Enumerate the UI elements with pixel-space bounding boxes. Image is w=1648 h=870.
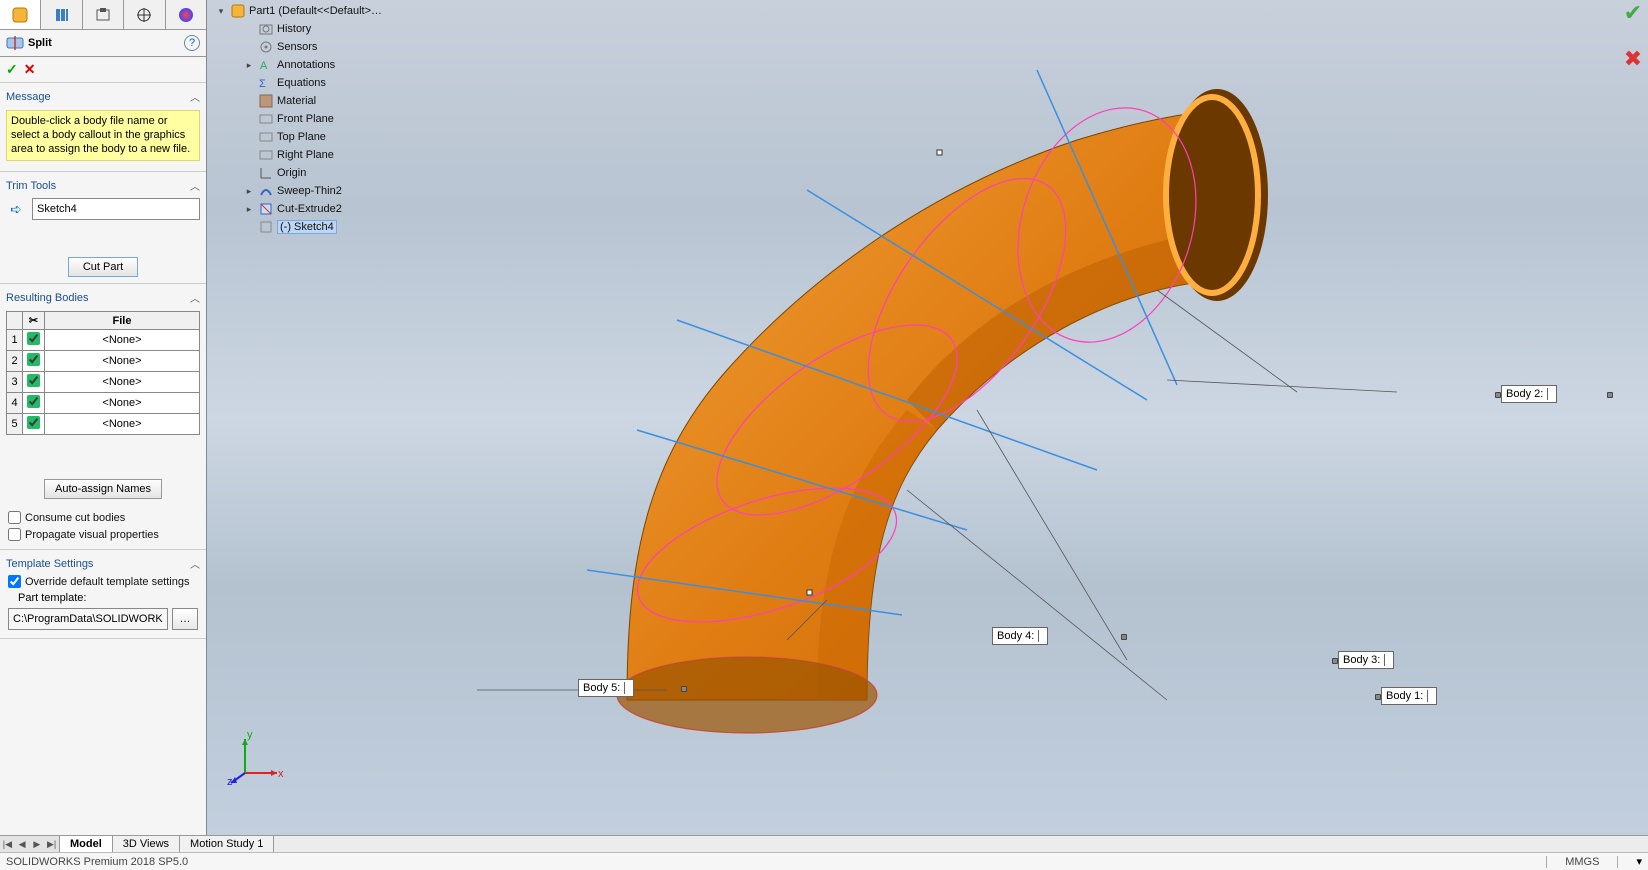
feature-title: Split [28, 37, 52, 49]
pm-tab-feature[interactable] [0, 0, 41, 29]
consume-label: Consume cut bodies [25, 512, 125, 524]
split-icon [6, 34, 24, 52]
col-file: File [45, 312, 200, 330]
message-text: Double-click a body file name or select … [6, 110, 200, 161]
tab-last[interactable]: ▶| [44, 839, 59, 850]
section-template: Template Settings︿ Override default temp… [0, 550, 206, 639]
bottom-tab[interactable]: Model [60, 836, 113, 852]
callout-key: Body 5: [579, 682, 625, 694]
body-row: 2<None> [7, 351, 200, 372]
pm-tab-dim[interactable] [124, 0, 165, 29]
body-file[interactable]: <None> [45, 393, 200, 414]
body-row: 1<None> [7, 330, 200, 351]
body-callout[interactable]: Body 2: [1501, 385, 1557, 403]
body-file[interactable]: <None> [45, 330, 200, 351]
view-triad[interactable]: x y z [225, 727, 285, 787]
body-check[interactable] [27, 416, 40, 429]
collapse-icon[interactable]: ︿ [190, 556, 200, 571]
body-check[interactable] [27, 374, 40, 387]
template-path-input[interactable] [8, 608, 168, 630]
body-row: 4<None> [7, 393, 200, 414]
body-callout[interactable]: Body 1: [1381, 687, 1437, 705]
body-check[interactable] [27, 353, 40, 366]
cancel-button[interactable]: ✕ [24, 61, 36, 78]
body-row: 3<None> [7, 372, 200, 393]
selection-icon: ➪ [6, 201, 26, 218]
callout-key: Body 1: [1382, 690, 1428, 702]
help-icon[interactable]: ? [184, 35, 200, 51]
status-bar: SOLIDWORKS Premium 2018 SP5.0 MMGS ▾ [0, 852, 1648, 870]
callout-anchor [1375, 694, 1381, 700]
pm-tab-appearance[interactable] [166, 0, 206, 29]
pm-tab-config[interactable] [41, 0, 82, 29]
section-trim-tools: Trim Tools︿ ➪ Cut Part [0, 172, 206, 284]
override-label: Override default template settings [25, 576, 189, 588]
status-menu-icon[interactable]: ▾ [1636, 855, 1642, 868]
part-template-label: Part template: [0, 590, 206, 606]
pm-tab-display[interactable] [83, 0, 124, 29]
col-index [7, 312, 23, 330]
tab-next[interactable]: ▶ [30, 839, 45, 850]
collapse-icon[interactable]: ︿ [190, 290, 200, 305]
body-callout[interactable]: Body 5: [578, 679, 634, 697]
bodies-table: ✂ File 1<None> 2<None> 3<None> 4<None> 5<… [6, 311, 200, 435]
svg-text:x: x [278, 768, 284, 780]
cut-part-button[interactable]: Cut Part [68, 257, 138, 277]
callout-key: Body 3: [1339, 654, 1385, 666]
propagate-label: Propagate visual properties [25, 529, 159, 541]
callout-anchor [1332, 658, 1338, 664]
collapse-icon[interactable]: ︿ [190, 89, 200, 104]
resulting-title: Resulting Bodies [6, 292, 190, 304]
auto-assign-button[interactable]: Auto-assign Names [44, 479, 162, 499]
body-row: 5<None> [7, 414, 200, 435]
bottom-tab[interactable]: Motion Study 1 [180, 836, 274, 852]
collapse-icon[interactable]: ︿ [190, 178, 200, 193]
body-callout[interactable]: Body 3: [1338, 651, 1394, 669]
message-title: Message [6, 91, 190, 103]
pm-tab-strip [0, 0, 206, 30]
body-file[interactable]: <None> [45, 351, 200, 372]
graphics-viewport[interactable]: ✔ ✖ ▾Part1 (Default<<Default>… HistorySe… [207, 0, 1648, 835]
feature-header: Split ? [0, 30, 206, 57]
svg-text:z: z [227, 776, 233, 787]
svg-text:y: y [247, 729, 253, 741]
body-file[interactable]: <None> [45, 414, 200, 435]
tab-nav-controls: |◀ ◀ ▶ ▶| [0, 836, 60, 852]
section-message: Message︿ Double-click a body file name o… [0, 83, 206, 172]
override-checkbox[interactable] [8, 575, 21, 588]
callout-anchor [681, 686, 687, 692]
scissors-icon: ✂ [29, 315, 38, 327]
col-check: ✂ [23, 312, 45, 330]
body-check[interactable] [27, 395, 40, 408]
consume-checkbox[interactable] [8, 511, 21, 524]
callout-key: Body 2: [1502, 388, 1548, 400]
ok-button[interactable]: ✓ [6, 61, 18, 78]
callout-key: Body 4: [993, 630, 1039, 642]
status-units[interactable]: MMGS [1565, 856, 1599, 868]
model-geometry [207, 0, 1648, 830]
property-manager: Split ? ✓ ✕ Message︿ Double-click a body… [0, 0, 207, 835]
callout-anchor [1495, 392, 1501, 398]
template-title: Template Settings [6, 558, 190, 570]
tab-prev[interactable]: ◀ [15, 839, 30, 850]
body-file[interactable]: <None> [45, 372, 200, 393]
bottom-tab[interactable]: 3D Views [113, 836, 180, 852]
trim-tool-input[interactable] [32, 198, 200, 220]
propagate-checkbox[interactable] [8, 528, 21, 541]
callout-anchor [1121, 634, 1127, 640]
body-callout[interactable]: Body 4: [992, 627, 1048, 645]
status-product: SOLIDWORKS Premium 2018 SP5.0 [6, 856, 188, 868]
ok-cancel-row: ✓ ✕ [0, 57, 206, 83]
tab-first[interactable]: |◀ [0, 839, 15, 850]
bottom-tab-bar: |◀ ◀ ▶ ▶| Model3D ViewsMotion Study 1 [0, 835, 1648, 852]
trim-title: Trim Tools [6, 180, 190, 192]
callout-anchor [1607, 392, 1613, 398]
section-resulting-bodies: Resulting Bodies︿ ✂ File 1<None> 2<None> … [0, 284, 206, 550]
browse-button[interactable]: … [172, 608, 198, 630]
body-check[interactable] [27, 332, 40, 345]
